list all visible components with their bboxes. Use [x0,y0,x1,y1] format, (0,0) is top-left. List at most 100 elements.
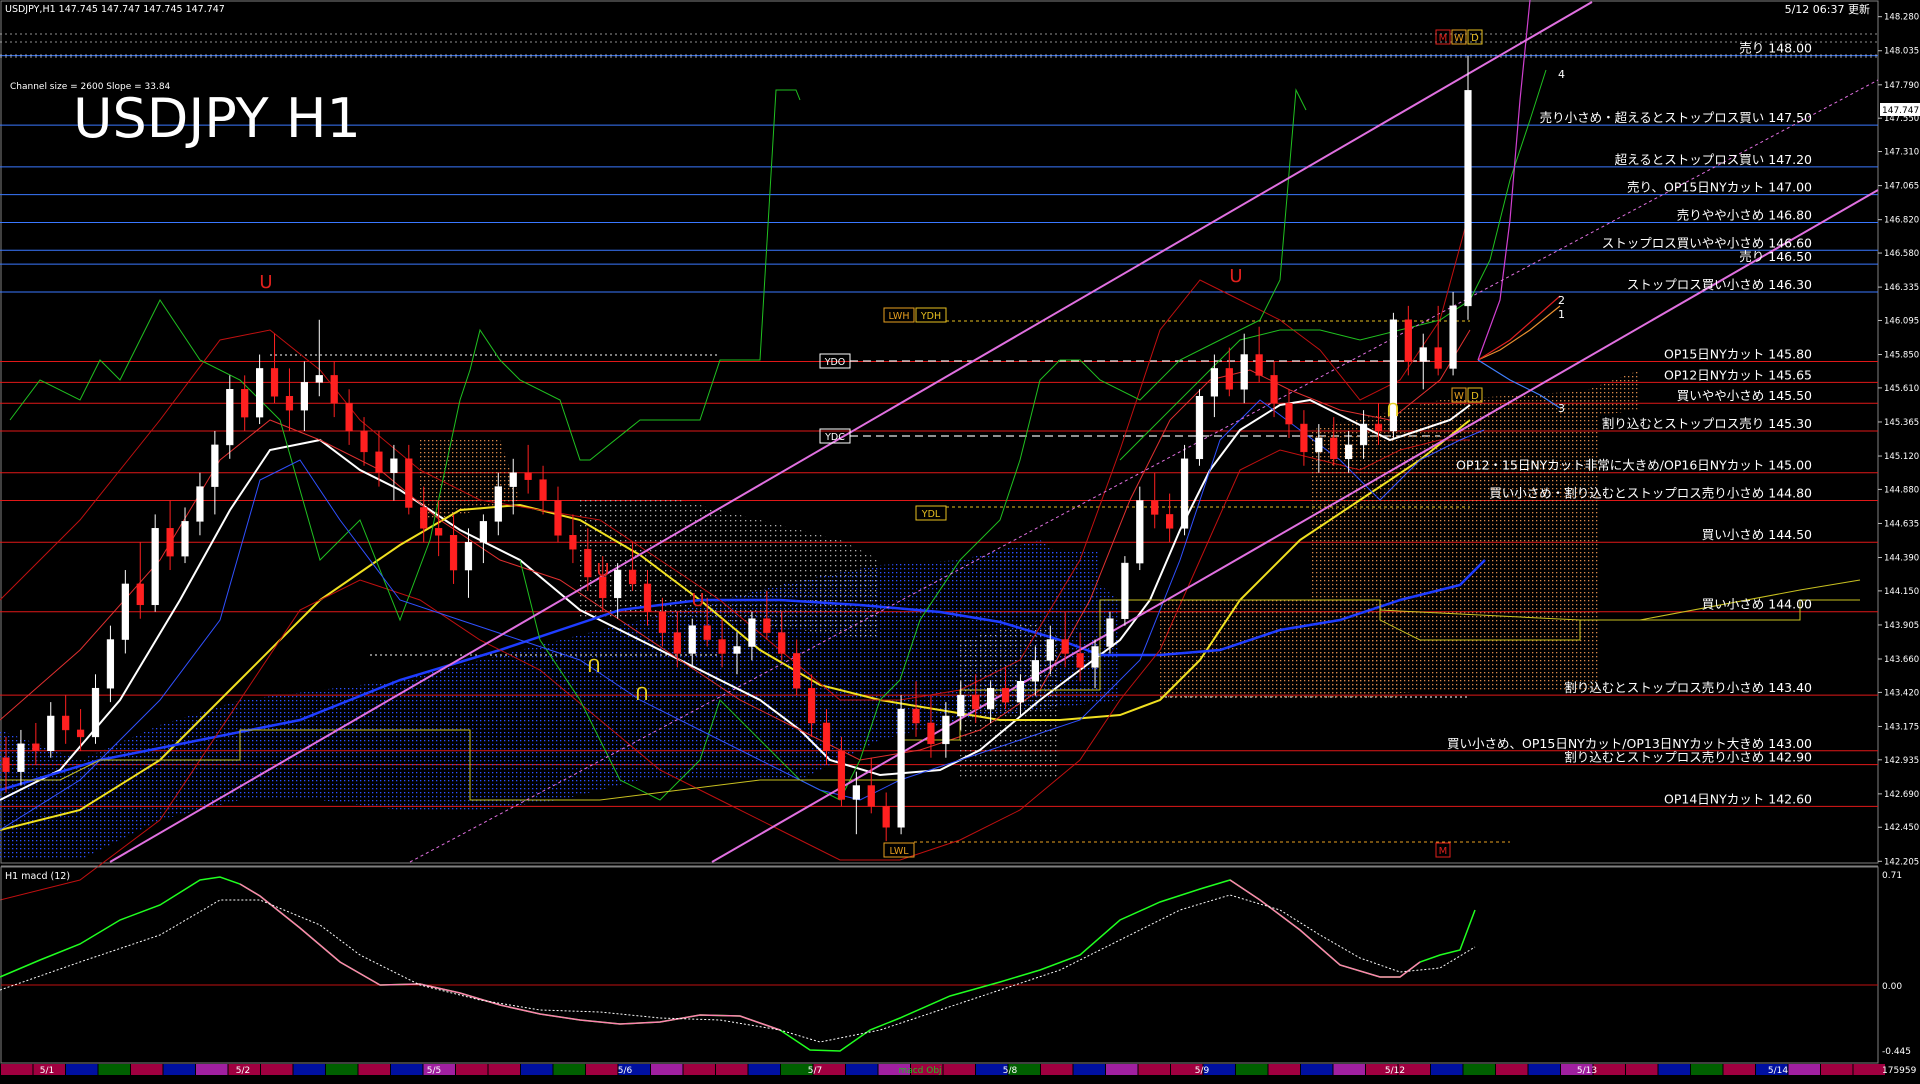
symbol-info: USDJPY,H1 147.745 147.747 147.745 147.74… [5,4,225,15]
date-seg-4 [131,1064,163,1075]
candle-body-72 [1076,653,1084,668]
candle-body-25 [375,451,383,473]
date-seg-16 [521,1064,553,1075]
current-price: 147.747 [1882,106,1919,116]
candle-body-84 [1255,354,1263,376]
candle-body-24 [360,430,368,453]
date-seg-39 [1268,1064,1300,1075]
level-label-3: 売り、OP15日NYカット 147.00 [1627,180,1812,195]
date-seg-8 [261,1064,293,1075]
candle-body-80 [1195,395,1204,460]
date-seg-11 [358,1064,390,1075]
date-seg-20 [651,1064,683,1075]
candle-body-58 [867,785,875,807]
ydh-tag: YDH [920,311,941,322]
candle-body-39 [584,548,592,578]
candle-body-85 [1270,375,1278,404]
cloud-grey-area [580,500,880,640]
candle-body-79 [1180,458,1189,529]
projection-label-1: 1 [1558,308,1565,321]
candle-body-62 [927,722,935,745]
bottom-marker-1: Ո [587,656,600,677]
candle-body-68 [1016,681,1025,703]
candle-body-44 [658,611,667,633]
date-seg-55 [1788,1064,1820,1075]
date-seg-34 [1106,1064,1138,1075]
date-seg-47 [1528,1064,1560,1075]
cloud-orange-area [420,440,520,520]
level-label-6: 売り 146.50 [1739,249,1812,264]
candle-body-42 [628,569,637,585]
date-axis: 5/1 5/2 5/5 5/6 5/7 5/8 5/9 5/12 5/13 5/14 macd Ob… [1,1064,1885,1076]
level-label-16: 割り込むとストップロス売り小さめ 143.40 [1564,680,1812,695]
date-seg-23 [748,1064,780,1075]
level-label-14: 買い小さめ 144.50 [1702,527,1812,542]
candle-body-28 [420,507,428,529]
level-label-12: OP12・15日NYカット非常に大きめ/OP16日NYカット 145.00 [1456,458,1812,473]
date-seg-17 [553,1064,585,1075]
marker-w: W [1454,33,1464,44]
macd-bottom-value: -0.445 [1882,1047,1911,1057]
cloud-blue-area [0,540,1120,860]
candle-body-2 [32,743,40,752]
date-seg-5 [163,1064,195,1075]
projection-label-2: 2 [1558,294,1565,307]
candle-body-3 [47,715,55,752]
macd-top-value: 0.71 [1882,871,1902,881]
candle-body-41 [614,569,622,599]
date-label-7: 5/12 [1385,1066,1405,1076]
macd-line [0,876,1476,1052]
candle-body-18 [270,368,279,397]
y-tick-label-13: 145.120 [1884,452,1919,462]
y-tick-label-7: 146.580 [1884,249,1919,259]
candle-body-46 [688,625,696,654]
date-seg-6 [196,1064,228,1075]
date-seg-56 [1821,1064,1853,1075]
level-label-0: 売り 148.00 [1739,41,1812,56]
candle-body-36 [539,479,547,501]
candle-body-86 [1285,402,1293,425]
y-tick-label-20: 143.420 [1884,688,1919,698]
y-tick-label-14: 144.880 [1884,485,1919,495]
level-label-13: 買い小さめ・割り込むとストップロス売り小さめ 144.80 [1489,486,1812,501]
ydc-tag: YDC [824,432,845,443]
candle-body-10 [151,528,159,606]
w-tag: W [1454,391,1464,402]
candle-body-98 [1464,90,1472,307]
candle-body-16 [241,389,249,418]
candle-body-30 [449,535,458,571]
candle-body-71 [1061,639,1069,654]
macd-line-falling-2 [1229,879,1421,978]
level-label-17: 買い小さめ、OP15日NYカット/OP13日NYカット大きめ 143.00 [1447,736,1812,751]
projection-label-4: 4 [1558,68,1565,81]
y-tick-label-19: 143.660 [1884,655,1919,665]
candle-body-57 [852,785,860,800]
date-seg-3 [98,1064,130,1075]
candle-body-0 [2,757,10,772]
y-tick-label-15: 144.635 [1884,519,1919,529]
top-marker-2: Ս [1229,266,1242,287]
lwl-tag: LWL [889,846,909,857]
date-seg-14 [456,1064,488,1075]
date-seg-29 [943,1064,975,1075]
candle-body-17 [256,368,264,418]
level-label-18: 割り込むとストップロス売り小さめ 142.90 [1564,750,1812,765]
candle-body-9 [136,583,144,606]
candle-body-73 [1091,646,1099,668]
candle-body-26 [390,458,398,473]
candle-body-23 [345,402,353,432]
y-tick-label-25: 142.205 [1884,857,1919,867]
level-label-15: 買い小さめ 144.00 [1702,597,1812,612]
candle-body-1 [17,743,25,772]
candle-body-96 [1434,347,1442,369]
candle-body-74 [1106,618,1114,647]
y-tick-label-0: 148.280 [1884,13,1919,23]
candle-body-76 [1136,500,1144,564]
level-label-4: 売りやや小さめ 146.80 [1677,207,1812,222]
candle-body-95 [1419,347,1427,362]
date-seg-32 [1041,1064,1073,1075]
y-tick-label-23: 142.690 [1884,790,1919,800]
candle-body-33 [494,486,502,522]
candle-body-81 [1210,368,1218,397]
date-seg-52 [1691,1064,1723,1075]
